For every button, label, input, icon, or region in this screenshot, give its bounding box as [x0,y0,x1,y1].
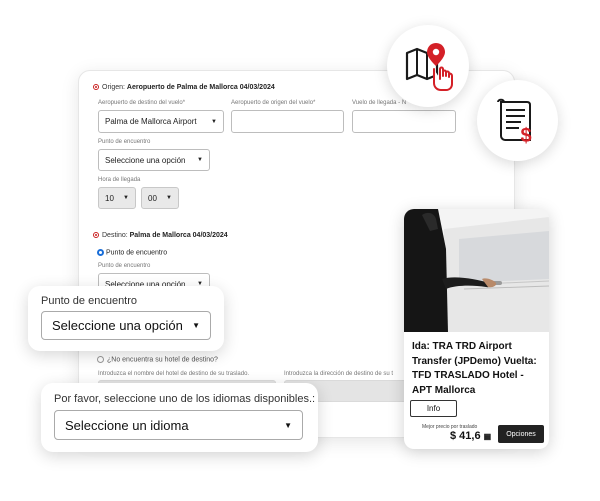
language-select[interactable]: Seleccione un idioma ▼ [54,410,303,440]
origin-airport-label: Aeropuerto de origen del vuelo* [231,100,316,106]
destination-title-text: Palma de Mallorca 04/03/2024 [129,232,228,239]
language-popup: Por favor, seleccione uno de los idiomas… [41,383,318,452]
origin-title-text: Aeropuerto de Palma de Mallorca 04/03/20… [126,84,275,91]
transfer-product-card: Ida: TRA TRD Airport Transfer (JPDemo) V… [404,209,549,449]
destination-marker-icon [93,232,99,239]
hotel-name-label: Introduzca el nombre del hotel de destin… [98,371,250,377]
meeting-point-label: Punto de encuentro [98,139,151,145]
hour-value: 10 [105,193,114,203]
dest-airport-value: Palma de Mallorca Airport [105,117,197,126]
radio-meeting-point[interactable]: Punto de encuentro [97,249,167,256]
arrival-flight-input[interactable] [352,110,456,133]
popup-meeting-select[interactable]: Seleccione una opción ▼ [41,311,211,340]
origin-airport-input[interactable] [231,110,344,133]
radio-selected-icon [97,249,104,256]
meeting-point-select[interactable]: Seleccione una opción ▼ [98,149,210,171]
map-pointer-icon [405,43,453,91]
options-button[interactable]: Opciones [498,425,544,443]
chevron-down-icon: ▼ [192,321,200,330]
hotel-address-label: Introduzca la dirección de destino de su… [284,371,394,377]
origin-prefix: Origen: [102,84,127,91]
hour-select[interactable]: 10 ▼ [98,187,136,209]
chevron-down-icon: ▼ [284,420,292,430]
arrival-time-label: Hora de llegada [98,177,141,183]
map-pointer-badge [387,25,469,107]
origin-title: Origen: Aeropuerto de Palma de Mallorca … [93,84,275,91]
price-value: $ 41,6 ▦ [450,430,491,442]
chevron-down-icon: ▼ [123,195,129,201]
product-description: Ida: TRA TRD Airport Transfer (JPDemo) V… [412,341,537,396]
chevron-down-icon: ▼ [197,157,203,163]
popup-meeting-label: Punto de encuentro [41,295,138,307]
hotel-not-found-option[interactable]: ¿No encuentra su hotel de destino? [97,356,218,363]
origin-marker-icon [93,84,99,91]
meeting-point-popup: Punto de encuentro Seleccione una opción… [28,286,224,351]
dest-airport-label: Aeropuerto de destino del vuelo* [98,100,186,106]
destination-prefix: Destino: [102,232,130,239]
popup-meeting-value: Seleccione una opción [52,318,183,333]
language-select-value: Seleccione un idioma [65,417,189,433]
chevron-down-icon: ▼ [166,195,172,201]
hotel-not-found-label: ¿No encuentra su hotel de destino? [107,356,218,364]
price-amount: $ 41,6 [450,430,481,442]
meeting-point-value: Seleccione una opción [105,155,186,165]
chevron-down-icon: ▼ [211,118,217,125]
info-button[interactable]: Info [410,400,457,417]
minute-select[interactable]: 00 ▼ [141,187,179,209]
car-photo-illustration [404,209,549,332]
arrival-flight-label: Vuelo de llegada - N [352,100,407,106]
destination-title: Destino: Palma de Mallorca 04/03/2024 [93,232,228,239]
car-door-photo [404,209,549,332]
invoice-badge: $ [477,80,558,161]
dest-airport-select[interactable]: Palma de Mallorca Airport ▼ [98,110,224,133]
calculator-icon: ▦ [483,432,492,441]
minute-value: 00 [148,193,157,203]
svg-text:$: $ [520,125,531,146]
popup-language-label: Por favor, seleccione uno de los idiomas… [54,393,316,405]
dest-meeting-point-label: Punto de encuentro [98,263,151,269]
invoice-dollar-icon: $ [496,98,531,146]
radio-meeting-point-label: Punto de encuentro [106,249,168,257]
radio-unselected-icon [97,356,104,363]
